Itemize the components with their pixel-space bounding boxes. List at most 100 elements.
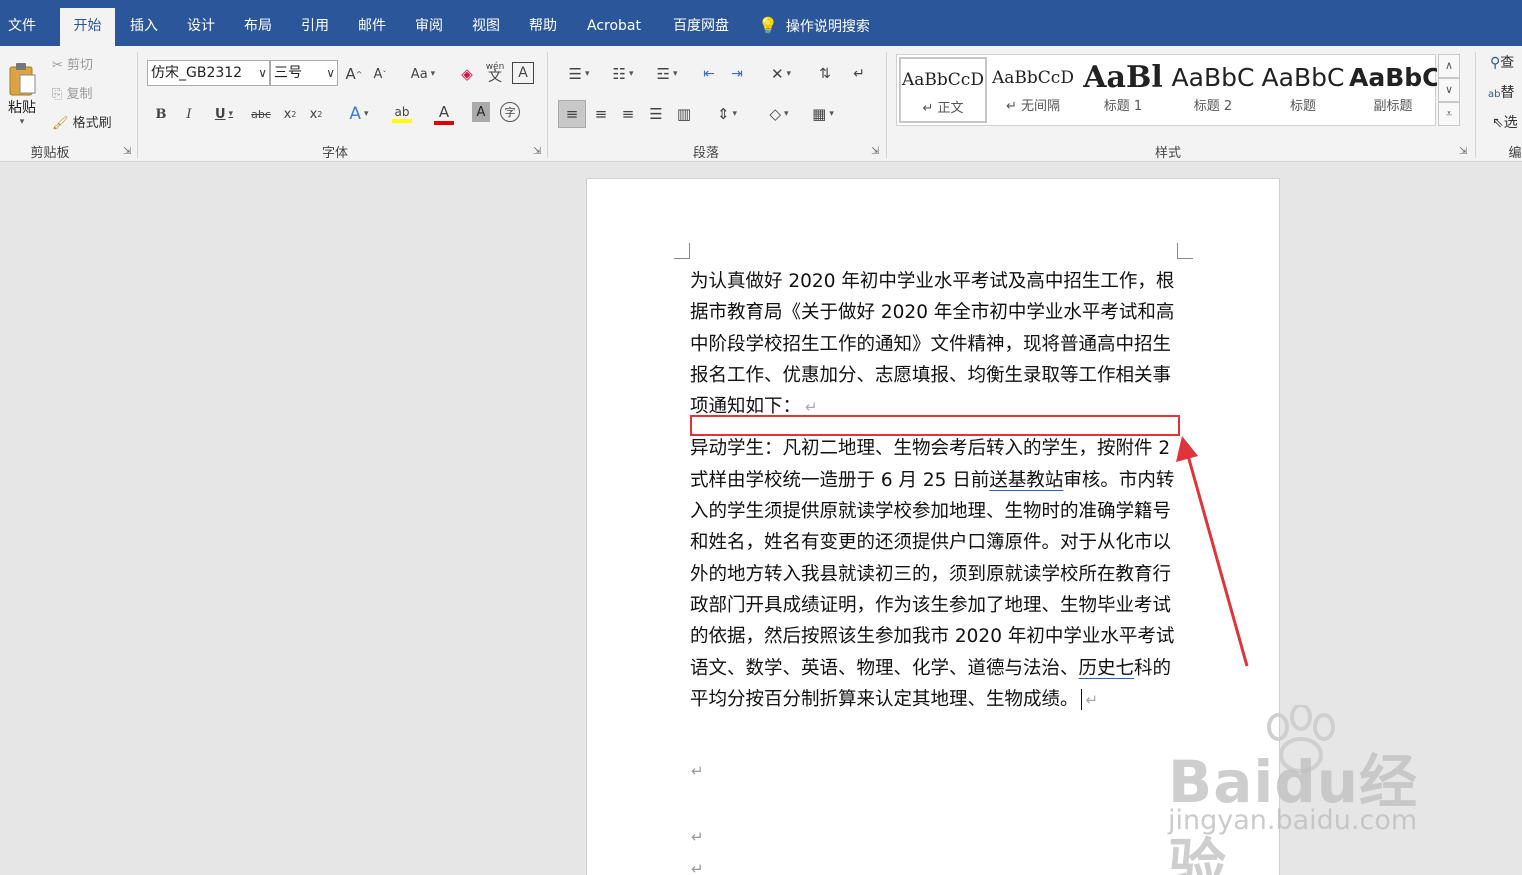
style-name: ↵ 无间隔: [1005, 99, 1061, 114]
font-size-select[interactable]: 三号 ∨: [270, 60, 338, 86]
chevron-down-icon: ▾: [786, 69, 792, 79]
font-group-label: 字体: [321, 146, 348, 161]
paragraph-mark-icon: ↵: [1085, 690, 1099, 709]
strikethrough-icon[interactable]: abc: [250, 102, 272, 126]
align-left-icon[interactable]: ≡: [558, 100, 586, 128]
find-button[interactable]: ⚲查: [1490, 52, 1514, 72]
character-border-icon[interactable]: A: [512, 62, 534, 84]
sort-icon[interactable]: ⇅: [814, 62, 836, 86]
justify-icon[interactable]: ☰: [645, 102, 667, 126]
superscript-icon[interactable]: x2: [306, 102, 326, 126]
gallery-scroll-down-icon[interactable]: ∨: [1438, 78, 1460, 102]
grow-font-button[interactable]: A ^: [344, 62, 364, 86]
search-icon: ⚲: [1490, 55, 1501, 71]
clipboard-launcher-icon[interactable]: ⇲: [123, 146, 131, 157]
numbering-button[interactable]: ☷ ▾: [604, 62, 642, 86]
phonetic-guide-button[interactable]: wén 文: [484, 58, 506, 86]
style-title[interactable]: AaBbC 标题: [1259, 57, 1347, 123]
underlined-text: 送基教站: [989, 469, 1064, 491]
format-painter-button[interactable]: 🖌 格式刷: [52, 112, 112, 131]
copy-button[interactable]: ⎘ 复制: [52, 83, 93, 102]
gallery-scroll-up-icon[interactable]: ∧: [1438, 54, 1460, 78]
font-launcher-icon[interactable]: ⇲: [533, 146, 541, 157]
replace-button[interactable]: ab替: [1488, 82, 1514, 102]
style-heading-2[interactable]: AaBbC 标题 2: [1169, 57, 1257, 123]
align-center-icon[interactable]: ≡: [590, 102, 612, 126]
tab-review[interactable]: 审阅: [405, 8, 453, 46]
select-button[interactable]: ⇖选: [1492, 112, 1518, 132]
enclose-characters-icon[interactable]: 字: [500, 102, 520, 122]
cut-button[interactable]: ✂ 剪切: [52, 54, 93, 73]
style-subtitle[interactable]: AaBbC 副标题: [1349, 57, 1437, 123]
increase-indent-icon[interactable]: ⇥: [726, 62, 748, 86]
tab-acrobat[interactable]: Acrobat: [578, 8, 650, 46]
style-normal[interactable]: AaBbCcD ↵ 正文: [898, 56, 988, 124]
tab-insert[interactable]: 插入: [120, 8, 168, 46]
group-separator: [1475, 52, 1476, 158]
document-body[interactable]: 为认真做好 2020 年初中学业水平考试及高中招生工作，根据市教育局《关于做好 …: [690, 266, 1180, 716]
style-name: 标题 1: [1103, 99, 1143, 114]
paste-button[interactable]: 粘贴 ▾: [4, 54, 40, 134]
shrink-font-button[interactable]: Aˇ: [370, 62, 390, 86]
annotation-arrow-icon: [1176, 436, 1249, 667]
group-separator: [886, 52, 887, 158]
group-separator: [547, 52, 548, 158]
line-spacing-button[interactable]: ⇕ ▾: [708, 102, 746, 126]
paragraph-mark-icon: ↵: [691, 860, 704, 875]
tab-help[interactable]: 帮助: [519, 8, 567, 46]
style-sample: AaBl: [1083, 60, 1163, 95]
chevron-down-icon: ▾: [430, 69, 436, 79]
underline-button[interactable]: U ▾: [206, 102, 242, 126]
tab-references[interactable]: 引用: [291, 8, 339, 46]
decrease-indent-icon[interactable]: ⇤: [698, 62, 720, 86]
paragraph-mark-icon: ↵: [691, 828, 704, 846]
chevron-down-icon: ∨: [258, 66, 267, 80]
distributed-icon[interactable]: ▥: [673, 102, 695, 126]
style-name: ↵ 正文: [922, 101, 964, 116]
character-shading-icon[interactable]: A: [472, 102, 490, 122]
paragraph-text: 审核。市内转入的学生须提供原就读学校参加地理、生物时的准确学籍号和姓名，姓名有变…: [690, 469, 1175, 679]
editing-group-label: 编: [1508, 146, 1522, 161]
paragraph-transfer-students[interactable]: 异动学生：凡初二地理、生物会考后转入的学生，按附件 2 式样由学校统一造册于 6…: [690, 433, 1180, 716]
tab-view[interactable]: 视图: [462, 8, 510, 46]
align-right-icon[interactable]: ≡: [617, 102, 639, 126]
shading-button[interactable]: ◇ ▾: [760, 102, 798, 126]
tab-baidu-netdisk[interactable]: 百度网盘: [662, 8, 740, 46]
style-sample: AaBbCcD: [992, 68, 1074, 88]
style-no-spacing[interactable]: AaBbCcD ↵ 无间隔: [989, 57, 1077, 123]
text-effects-button[interactable]: A ▾: [342, 102, 376, 126]
italic-button[interactable]: I: [179, 102, 199, 126]
chevron-down-icon: ▾: [584, 69, 590, 79]
font-family-value: 仿宋_GB2312: [151, 65, 243, 81]
tab-layout[interactable]: 布局: [234, 8, 282, 46]
gallery-more-icon[interactable]: ⩡: [1438, 102, 1460, 126]
clear-formatting-icon[interactable]: ◈: [456, 62, 478, 86]
multilevel-list-button[interactable]: ☲ ▾: [648, 62, 686, 86]
tab-mailings[interactable]: 邮件: [348, 8, 396, 46]
asian-layout-button[interactable]: ✕ ▾: [762, 62, 800, 86]
format-painter-label: 格式刷: [72, 116, 112, 131]
highlight-button[interactable]: ab: [384, 102, 420, 126]
tell-me-search[interactable]: 💡 操作说明搜索: [758, 8, 898, 46]
borders-button[interactable]: ▦ ▾: [804, 102, 842, 126]
tab-home[interactable]: 开始: [60, 8, 115, 46]
subscript-icon[interactable]: x2: [280, 102, 300, 126]
paragraph-mark-icon: ↵: [691, 762, 704, 780]
styles-launcher-icon[interactable]: ⇲: [1459, 146, 1467, 157]
paragraph-launcher-icon[interactable]: ⇲: [871, 146, 879, 157]
font-family-select[interactable]: 仿宋_GB2312 ∨: [147, 60, 270, 86]
show-marks-icon[interactable]: ↵: [848, 62, 870, 86]
chevron-down-icon: ▾: [672, 69, 678, 79]
style-sample: AaBbC: [1349, 63, 1437, 92]
bold-button[interactable]: B: [151, 102, 171, 126]
paragraph-intro[interactable]: 为认真做好 2020 年初中学业水平考试及高中招生工作，根据市教育局《关于做好 …: [690, 266, 1180, 423]
font-size-value: 三号: [274, 65, 302, 81]
tab-design[interactable]: 设计: [177, 8, 225, 46]
change-case-button[interactable]: Aa ▾: [404, 62, 442, 86]
style-heading-1[interactable]: AaBl 标题 1: [1079, 57, 1167, 123]
font-color-button[interactable]: A: [426, 102, 462, 126]
tab-file[interactable]: 文件: [0, 8, 44, 46]
bullets-button[interactable]: ☰ ▾: [560, 62, 598, 86]
replace-icon: ab: [1488, 89, 1501, 100]
select-label: 选: [1503, 115, 1518, 131]
